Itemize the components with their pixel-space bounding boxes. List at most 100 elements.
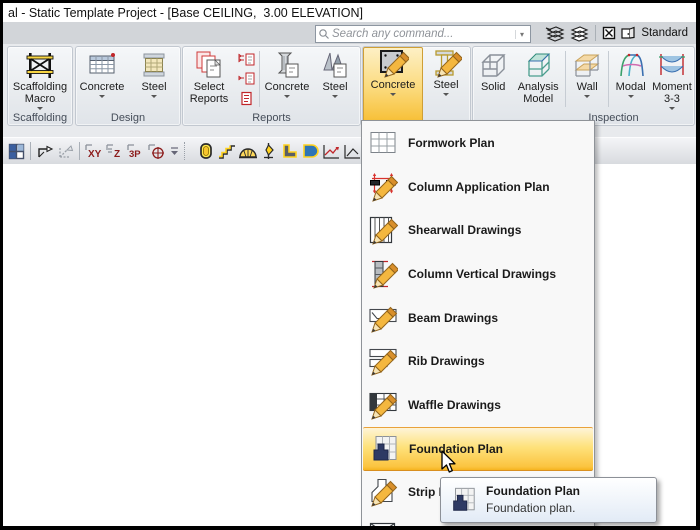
foundation-plan-icon [449, 486, 477, 514]
search-icon [318, 28, 330, 40]
toolbar-grip[interactable] [184, 142, 192, 160]
select-reports-icon [193, 49, 225, 81]
dropdown-arrow-icon [443, 93, 449, 96]
dropdown-arrow-icon [332, 95, 338, 98]
profile-tool-icon[interactable] [321, 141, 342, 162]
crossed-panel-icon [368, 521, 398, 529]
dropdown-arrow-icon [584, 95, 590, 98]
close-box-icon[interactable] [602, 26, 616, 40]
strip-foundation-icon [368, 477, 398, 507]
ribbon-group-reports: Select Reports [182, 46, 361, 126]
coordinate-z-icon[interactable]: Z [104, 141, 125, 162]
separator [608, 51, 609, 107]
analysis-model-button[interactable]: Analysis Model [513, 47, 563, 111]
menu-item-waffle-drawings[interactable]: Waffle Drawings [362, 383, 594, 427]
dropdown-arrow-icon [284, 95, 290, 98]
concrete-drawings-menu: Formwork Plan Column Application Plan Sh… [361, 120, 595, 529]
ucs-rotate-icon[interactable] [34, 141, 55, 162]
dropdown-arrow-icon [390, 93, 396, 96]
dropdown-arrow-icon [628, 95, 634, 98]
moment-diagram-icon [655, 49, 689, 81]
ribbon-group-inspection: Solid Analysis Model [472, 46, 695, 126]
mouse-cursor-icon [437, 449, 461, 475]
beam-drawings-icon [368, 303, 398, 333]
separator [565, 51, 566, 107]
shearwall-drawings-icon [368, 215, 398, 245]
ribbon-group-drawings: Concrete Steel [362, 46, 471, 126]
steel-report-icon [319, 49, 351, 81]
layers-icon[interactable] [569, 25, 589, 42]
menu-item-rib-drawings[interactable]: Rib Drawings [362, 339, 594, 383]
reports-steel-button[interactable]: Steel [312, 47, 358, 111]
pin-tool-icon[interactable] [258, 141, 279, 162]
scaffolding-icon [24, 49, 56, 81]
svg-text:XY: XY [88, 149, 102, 160]
column-vertical-drawings-icon [368, 259, 398, 289]
window-panes-icon[interactable] [6, 141, 27, 162]
coordinate-polar-icon[interactable] [146, 141, 167, 162]
dropdown-arrow-icon [151, 95, 157, 98]
menu-item-column-vertical-drawings[interactable]: Column Vertical Drawings [362, 252, 594, 296]
ribbon-group-scaffolding: Scaffolding Macro Scaffolding [7, 46, 73, 126]
menu-item-shearwall-drawings[interactable]: Shearwall Drawings [362, 208, 594, 252]
overflow-chevron-icon[interactable] [167, 141, 181, 162]
search-input[interactable] [330, 27, 515, 41]
design-concrete-button[interactable]: Concrete [76, 47, 128, 111]
tooltip-title: Foundation Plan [486, 484, 580, 498]
wall-button[interactable]: Wall [568, 47, 607, 111]
moment-3-3-button[interactable]: Moment 3-3 [650, 47, 694, 111]
window-title: al - Static Template Project - [Base CEI… [8, 6, 363, 20]
modal-shape-icon [614, 49, 648, 81]
report-document-icon[interactable] [237, 91, 255, 106]
concrete-section-pencil-icon [377, 49, 409, 79]
formwork-plan-icon [368, 128, 398, 158]
coordinate-xy-icon[interactable]: XY [83, 141, 104, 162]
solid-button[interactable]: Solid [473, 47, 513, 111]
steel-table-icon [138, 49, 170, 81]
ucs-previous-icon[interactable] [55, 141, 76, 162]
column-tool-icon[interactable] [195, 141, 216, 162]
modal-button[interactable]: Modal [611, 47, 650, 111]
command-search-box[interactable]: ▾ [315, 25, 531, 43]
group-label: Scaffolding [8, 112, 72, 124]
layers-forward-icon[interactable] [545, 25, 565, 42]
drawings-steel-button[interactable]: Steel [423, 47, 469, 123]
dome-tool-icon[interactable] [237, 141, 258, 162]
menu-item-formwork-plan[interactable]: Formwork Plan [362, 121, 594, 165]
menu-item-foundation-plan[interactable]: Foundation Plan [363, 427, 593, 471]
corner-tool-icon[interactable] [279, 141, 300, 162]
wall-inspection-icon [570, 49, 604, 81]
svg-text:3P: 3P [129, 149, 141, 160]
coordinate-3p-icon[interactable]: 3P [125, 141, 146, 162]
solid-model-icon [476, 49, 510, 81]
rib-drawings-icon [368, 346, 398, 376]
import-reports-icon[interactable] [237, 52, 255, 67]
analysis-model-icon [521, 49, 555, 81]
drawings-concrete-button[interactable]: Concrete [363, 47, 423, 123]
stairs-tool-icon[interactable] [216, 141, 237, 162]
separator [259, 51, 260, 107]
scaffolding-macro-button[interactable]: Scaffolding Macro [8, 47, 72, 111]
dropdown-arrow-icon [37, 107, 43, 110]
steel-beam-pencil-icon [430, 49, 462, 79]
append-report-icon[interactable] [237, 71, 255, 86]
active-profile-label[interactable]: Standard [639, 27, 688, 39]
menu-item-column-application-plan[interactable]: Column Application Plan [362, 165, 594, 209]
polyline-tool-icon[interactable] [342, 141, 363, 162]
group-label: Design [76, 112, 180, 124]
select-reports-button[interactable]: Select Reports [183, 47, 235, 111]
quick-access-strip: ▾ Standard [3, 22, 696, 45]
region-tool-icon[interactable] [300, 141, 321, 162]
search-dropdown-arrow-icon[interactable]: ▾ [515, 30, 528, 39]
window-title-bar: al - Static Template Project - [Base CEI… [3, 3, 696, 22]
dropdown-arrow-icon [669, 107, 675, 110]
foundation-plan-tooltip: Foundation Plan Foundation plan. [440, 477, 657, 523]
door-open-icon[interactable] [620, 26, 635, 40]
tooltip-description: Foundation plan. [486, 501, 575, 515]
column-application-plan-icon [368, 172, 398, 202]
menu-item-beam-drawings[interactable]: Beam Drawings [362, 296, 594, 340]
design-steel-button[interactable]: Steel [128, 47, 180, 111]
dropdown-arrow-icon [99, 95, 105, 98]
separator [79, 142, 80, 160]
reports-concrete-button[interactable]: Concrete [262, 47, 312, 111]
